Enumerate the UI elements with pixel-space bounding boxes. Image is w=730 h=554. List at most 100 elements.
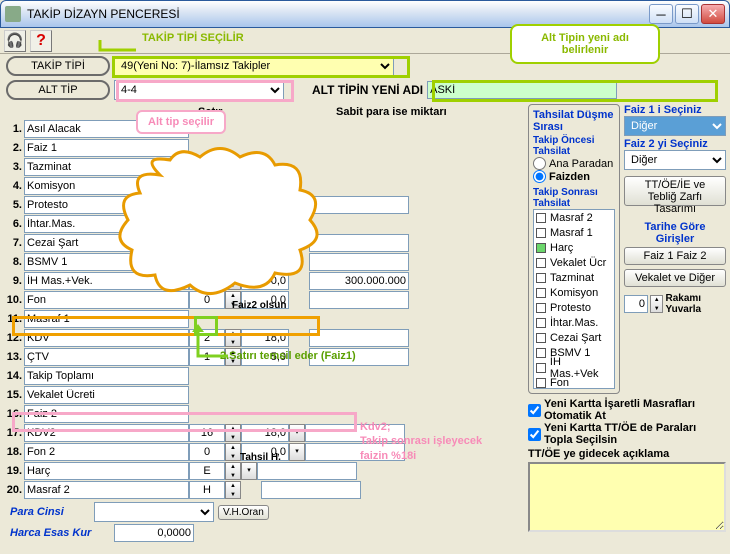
faizden-radio[interactable]: Faizden [533,170,615,183]
c1-input[interactable] [189,329,225,347]
c2-input[interactable] [241,329,289,347]
ttoe-button[interactable]: TT/ÖE/İE ve Tebliğ Zarfı Tasarımı [624,176,726,206]
harca-esas-label: Harca Esas Kur [10,527,110,539]
spinner-icon[interactable] [225,481,241,499]
takip-tipi-combo[interactable]: 49(Yeni No: 7)-İlamsız Takipler [114,56,394,76]
c2-input[interactable] [241,424,289,442]
alt-tip-row: ALT TİP 4-4 ALT TİPİN YENİ ADI [0,78,730,102]
para-cinsi-combo[interactable] [94,502,214,522]
rakam-input[interactable] [624,295,648,313]
c1-input[interactable] [189,348,225,366]
grid-row: 14. [4,367,524,385]
checkbox-icon[interactable] [536,288,546,298]
para-cinsi-label: Para Cinsi [10,506,90,518]
c1-input[interactable] [189,481,225,499]
c1-input[interactable] [189,443,225,461]
checkbox-icon[interactable] [536,273,546,283]
faiz1-combo[interactable]: Diğer [624,116,726,136]
list-item[interactable]: Vekalet Ücr [534,255,614,270]
faiz12-button[interactable]: Faiz 1 Faiz 2 [624,247,726,265]
checkbox-icon[interactable] [536,228,546,238]
takip-tipi-label: TAKİP TİPİ [6,56,110,76]
grid-row: 17.▾ [4,424,524,442]
amount-input[interactable] [309,329,409,347]
desc-input[interactable] [24,367,189,385]
chk-paralari-topla[interactable]: Yeni Kartta TT/ÖE de Paraları Topla Seçi… [528,422,726,446]
checkbox-icon[interactable] [536,363,546,373]
dd-button[interactable]: ▾ [289,424,305,442]
checkbox-icon[interactable] [536,258,546,268]
list-item[interactable]: Cezai Şart [534,330,614,345]
list-item[interactable]: Protesto [534,300,614,315]
desc-input[interactable] [24,386,189,404]
spinner-icon[interactable] [225,424,241,442]
c2-input[interactable] [241,443,289,461]
amount-input[interactable] [261,481,361,499]
c1-input[interactable] [189,462,225,480]
grid-row: 19.▾ [4,462,524,480]
desc-input[interactable] [24,329,189,347]
grid-row: 18.▾ [4,443,524,461]
close-button[interactable]: ✕ [701,4,725,24]
chk-otomatik-at[interactable]: Yeni Kartta İşaretli Masrafları Otomatik… [528,398,726,422]
dd-button[interactable]: ▾ [241,462,257,480]
grid-header: Satır Sabit para ise miktarı [4,104,524,120]
amount-input[interactable] [309,348,409,366]
list-item[interactable]: Harç [534,240,614,255]
aciklama-textarea[interactable] [528,462,726,532]
callout-alt-tip-yeni: Alt Tipin yeni adı belirlenir [510,24,660,64]
desc-input[interactable] [24,120,189,138]
maximize-button[interactable]: ☐ [675,4,699,24]
ana-paradan-radio[interactable]: Ana Paradan [533,157,615,170]
checkbox-icon[interactable] [536,213,546,223]
checkbox-icon[interactable] [536,303,546,313]
checkbox-icon[interactable] [536,378,546,388]
app-icon [5,6,21,22]
tahsilat-group: Tahsilat Düşme Sırası Takip Öncesi Tahsi… [528,104,620,394]
faiz2-combo[interactable]: Diğer [624,150,726,170]
list-item[interactable]: Komisyon [534,285,614,300]
alt-tip-yeni-adi-input[interactable] [427,81,617,99]
help-icon[interactable]: ? [30,30,52,52]
checkbox-icon[interactable] [536,243,546,253]
desc-input[interactable] [24,443,189,461]
checkbox-icon[interactable] [536,348,546,358]
grid-row: 12. [4,329,524,347]
spinner-icon[interactable] [225,462,241,480]
dd-button[interactable]: ▾ [289,443,305,461]
desc-input[interactable] [24,481,189,499]
amount-input[interactable] [305,443,405,461]
minimize-button[interactable]: ─ [649,4,673,24]
window-title: TAKİP DİZAYN PENCERESİ [27,7,647,21]
list-item[interactable]: İH Mas.+Vek [534,360,614,375]
checkbox-icon[interactable] [536,333,546,343]
list-item[interactable]: Masraf 2 [534,210,614,225]
vekalet-button[interactable]: Vekalet ve Diğer [624,269,726,287]
amount-input[interactable] [305,424,405,442]
rakam-spinner[interactable] [650,295,663,313]
list-item[interactable]: İhtar.Mas. [534,315,614,330]
desc-input[interactable] [24,462,189,480]
desc-input[interactable] [24,310,189,328]
amount-input[interactable] [257,462,357,480]
spinner-icon[interactable] [225,348,241,366]
desc-input[interactable] [24,424,189,442]
alt-tip-label: ALT TİP [6,80,110,100]
list-item[interactable]: Tazminat [534,270,614,285]
grid-row: 13. [4,348,524,366]
support-icon[interactable]: 🎧 [4,30,26,52]
grid-row: 20. [4,481,524,499]
list-item[interactable]: Masraf 1 [534,225,614,240]
c1-input[interactable] [189,424,225,442]
c2-input[interactable] [241,348,289,366]
tahsilat-listbox[interactable]: Masraf 2Masraf 1HarçVekalet ÜcrTazminatK… [533,209,615,389]
spinner-icon[interactable] [225,443,241,461]
checkbox-icon[interactable] [536,318,546,328]
desc-input[interactable] [24,405,189,423]
alt-tip-combo[interactable]: 4-4 [114,80,284,100]
vh-oran-button[interactable]: V.H.Oran [218,505,269,520]
harca-esas-input[interactable] [114,524,194,542]
desc-input[interactable] [24,348,189,366]
spinner-icon[interactable] [225,329,241,347]
grid-row: 1. [4,120,524,138]
